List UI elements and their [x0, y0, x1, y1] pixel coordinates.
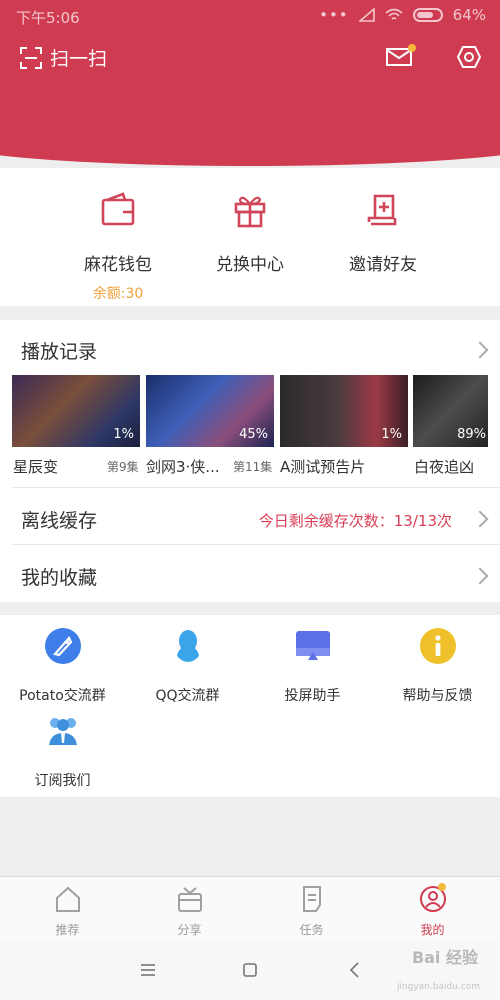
divider: [12, 487, 500, 488]
wallet-balance: 余额:30: [92, 286, 144, 302]
cast-icon: [295, 631, 330, 660]
play-progress: 89%: [457, 427, 486, 442]
watermark-url: jingyan.baidu.com: [396, 982, 480, 992]
play-record-thumbnail[interactable]: 1%: [280, 375, 408, 447]
play-record-list: 1% 45% 1% 89%: [12, 375, 500, 447]
exchange-center-button[interactable]: 兑换中心: [190, 190, 310, 275]
exchange-center-label: 兑换中心: [216, 255, 284, 275]
play-record-thumbnail[interactable]: 45%: [146, 375, 274, 447]
potato-icon: [44, 628, 81, 664]
potato-group-button[interactable]: Potato交流群: [0, 628, 125, 705]
play-progress: 1%: [113, 427, 134, 442]
wallet-icon: [101, 192, 135, 226]
play-progress: 45%: [239, 427, 268, 442]
home-button-icon[interactable]: [240, 960, 260, 980]
subscribe-button[interactable]: 订阅我们: [0, 713, 125, 790]
scan-label: 扫一扫: [50, 48, 108, 70]
help-feedback-label: 帮助与反馈: [402, 688, 473, 704]
offline-cache-chevron-icon[interactable]: [471, 510, 489, 528]
qq-group-button[interactable]: QQ交流群: [125, 628, 250, 705]
tab-share[interactable]: 分享: [127, 885, 252, 938]
menu-icon[interactable]: [138, 960, 158, 980]
cache-quota: 今日剩余缓存次数：13/13次: [258, 512, 452, 530]
tab-share-label: 分享: [177, 923, 202, 937]
info-icon: [419, 628, 456, 664]
watermark: Bai 经验: [411, 948, 478, 967]
play-record-episode: 第9集: [107, 460, 139, 474]
play-record-title[interactable]: 播放记录: [21, 337, 97, 364]
play-progress: 1%: [381, 427, 402, 442]
potato-group-label: Potato交流群: [19, 688, 106, 704]
status-icons: ••• 64%: [319, 6, 486, 24]
offline-cache-title[interactable]: 离线缓存: [21, 506, 97, 533]
tab-mine[interactable]: 我的: [370, 883, 495, 938]
profile-badge: [438, 883, 446, 891]
help-feedback-button[interactable]: 帮助与反馈: [375, 628, 500, 705]
play-record-caption: 白夜追凶: [414, 458, 475, 476]
battery-level: 64%: [452, 6, 486, 24]
signal-icon: [358, 8, 375, 22]
play-record-caption: 剑网3·侠...: [146, 458, 220, 476]
subscribe-label: 订阅我们: [34, 773, 91, 789]
scan-button[interactable]: 扫一扫: [20, 44, 107, 71]
qq-group-label: QQ交流群: [155, 688, 220, 704]
tab-recommend-label: 推荐: [55, 923, 80, 937]
bottom-navigation: 推荐 分享 任务 我的: [0, 876, 500, 940]
play-record-thumbnail[interactable]: 89%: [413, 375, 488, 447]
play-record-caption: 星辰变: [13, 458, 59, 476]
tab-tasks[interactable]: 任务: [249, 885, 374, 938]
wifi-icon: [385, 8, 403, 20]
task-icon: [302, 886, 321, 912]
favorites-chevron-icon[interactable]: [471, 567, 489, 585]
wallet-button[interactable]: 麻花钱包 余额:30: [58, 190, 178, 303]
back-icon[interactable]: [345, 960, 365, 980]
profile-header: 下午5:06 ••• 64% 扫一扫: [0, 0, 500, 168]
divider: [12, 544, 500, 545]
screen-cast-label: 投屏助手: [284, 688, 341, 704]
notification-dots-icon: •••: [319, 6, 349, 24]
tab-tasks-label: 任务: [299, 923, 324, 937]
play-record-chevron-icon[interactable]: [471, 341, 489, 359]
qq-icon: [176, 630, 199, 662]
invite-friends-button[interactable]: 邀请好友: [323, 190, 443, 275]
wallet-label: 麻花钱包: [84, 255, 152, 275]
home-icon: [55, 886, 80, 912]
gift-icon: [234, 196, 266, 228]
wallet-section: 麻花钱包 余额:30 兑换中心 邀请好友: [0, 168, 500, 306]
scan-icon: [20, 46, 42, 69]
status-time: 下午5:06: [16, 9, 80, 27]
tab-mine-label: 我的: [420, 923, 445, 937]
app-screen: 下午5:06 ••• 64% 扫一扫 麻花钱包 余额:30 兑换中心 邀请好友 …: [0, 0, 500, 1000]
invite-icon: [367, 194, 397, 226]
play-record-episode: 第11集: [233, 460, 273, 474]
play-record-thumbnail[interactable]: 1%: [12, 375, 140, 447]
media-section: 播放记录 1% 45% 1% 89% 星辰变 第9集 剑网3·侠... 第11集…: [0, 320, 500, 602]
battery-icon: [412, 8, 443, 22]
tab-recommend[interactable]: 推荐: [5, 885, 130, 938]
settings-icon[interactable]: [457, 45, 481, 69]
favorites-title[interactable]: 我的收藏: [21, 563, 97, 590]
share-box-icon: [177, 887, 202, 912]
invite-friends-label: 邀请好友: [349, 255, 417, 275]
screen-cast-button[interactable]: 投屏助手: [250, 628, 375, 705]
play-record-caption: A测试预告片: [280, 458, 366, 476]
subscribe-icon: [48, 718, 77, 745]
community-section: Potato交流群 QQ交流群 投屏助手 帮助与反馈 订阅我们: [0, 615, 500, 797]
status-bar: 下午5:06 ••• 64%: [0, 0, 500, 32]
mail-badge: [408, 44, 416, 52]
